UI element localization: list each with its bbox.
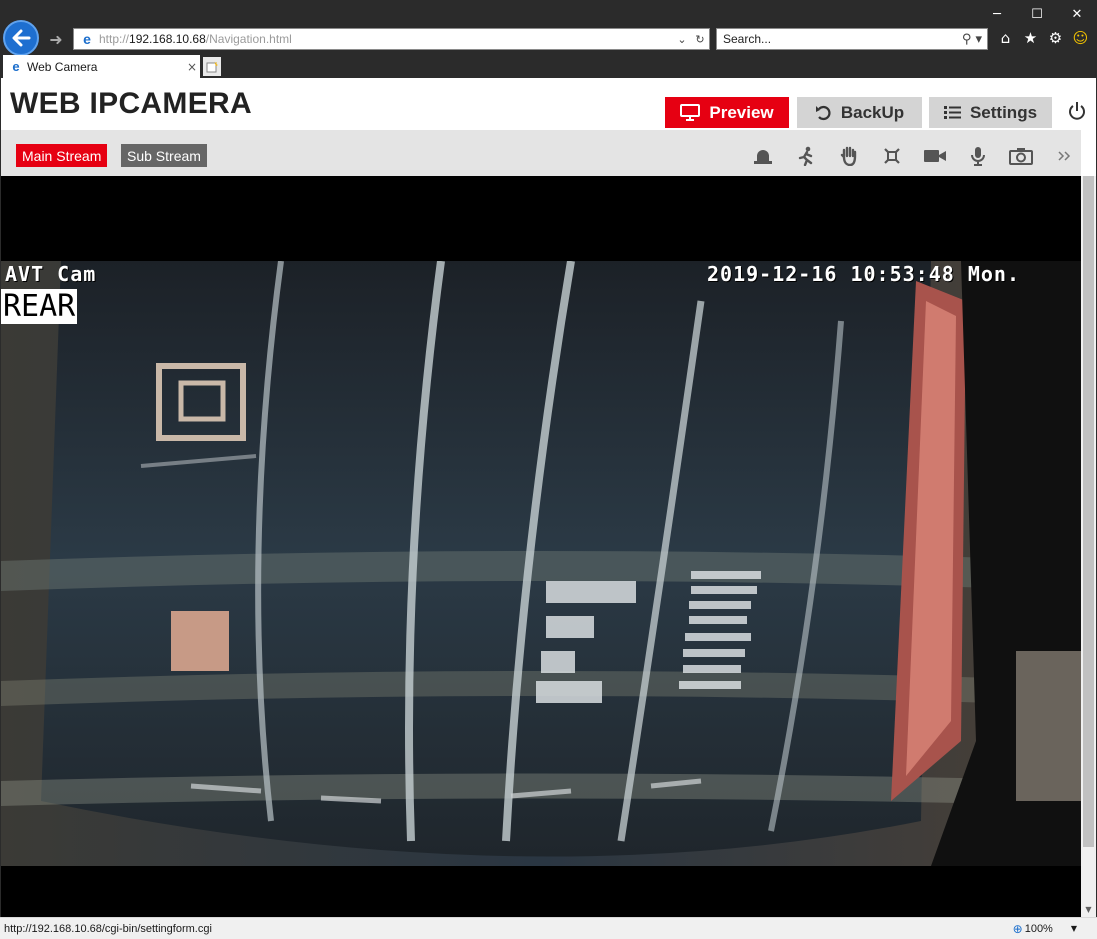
nav-backup-label: BackUp	[840, 102, 905, 122]
stream-toolbar: Main Stream Sub Stream	[1, 130, 1081, 176]
minimize-icon[interactable]: ─	[977, 0, 1017, 28]
microphone-icon[interactable]	[956, 144, 999, 168]
browser-toolbar-icons: ⌂ ★ ⚙ ☺	[996, 28, 1090, 48]
new-tab-button[interactable]	[203, 57, 221, 76]
forward-button[interactable]: ➜	[44, 27, 68, 51]
zoom-level: 100%	[1024, 922, 1053, 935]
zoom-icon: ⊕	[1012, 921, 1023, 936]
nav-preview-button[interactable]: Preview	[665, 97, 789, 128]
osd-timestamp: 2019-12-16 10:53:48 Mon.	[707, 262, 1020, 286]
vertical-scrollbar[interactable]: ▲ ▼	[1081, 176, 1096, 917]
camera-feed-image	[1, 261, 1081, 866]
hand-icon[interactable]	[827, 144, 870, 168]
tamper-icon[interactable]	[870, 144, 913, 168]
undo-icon	[815, 105, 831, 121]
ie-page-icon: e	[83, 31, 91, 47]
motion-detect-icon[interactable]	[784, 144, 827, 168]
nav-settings-label: Settings	[969, 102, 1038, 122]
power-icon	[1069, 102, 1085, 120]
record-icon[interactable]	[913, 144, 956, 168]
page: WEB IPCAMERA Preview BackUp Settings Mai…	[1, 78, 1096, 917]
back-arrow-icon	[12, 29, 31, 47]
new-tab-icon	[206, 60, 218, 72]
address-url[interactable]: http://192.168.10.68/Navigation.html	[99, 32, 673, 46]
address-dropdown-icon[interactable]: ⌄	[673, 33, 691, 46]
nav-preview-label: Preview	[709, 102, 774, 122]
window-controls: ─ ☐ ✕	[977, 0, 1097, 28]
feedback-smiley-icon[interactable]: ☺	[1071, 28, 1090, 48]
maximize-icon[interactable]: ☐	[1017, 0, 1057, 28]
nav-backup-button[interactable]: BackUp	[797, 97, 922, 128]
video-viewport[interactable]: AVT Cam 2019-12-16 10:53:48 Mon. REAR	[1, 176, 1081, 917]
alarm-icon[interactable]	[741, 144, 784, 168]
more-icon[interactable]	[1042, 144, 1085, 168]
monitor-icon	[680, 104, 701, 121]
url-path: /Navigation.html	[205, 32, 292, 46]
ie-tab-icon: e	[12, 59, 20, 74]
browser-tab[interactable]: e Web Camera ×	[3, 55, 200, 78]
nav-settings-button[interactable]: Settings	[929, 97, 1052, 128]
zoom-dropdown-icon[interactable]: ▼	[1071, 924, 1077, 933]
refresh-icon[interactable]: ↻	[691, 33, 709, 46]
scroll-down-icon[interactable]: ▼	[1081, 902, 1096, 917]
app-header: WEB IPCAMERA Preview BackUp Settings	[1, 78, 1096, 130]
page-title: WEB IPCAMERA	[10, 87, 252, 120]
close-window-icon[interactable]: ✕	[1057, 0, 1097, 28]
osd-camera-name: AVT Cam	[5, 262, 97, 286]
search-input[interactable]	[723, 32, 957, 46]
zoom-control[interactable]: ⊕ 100% ▼	[1013, 922, 1077, 936]
tool-icons	[741, 144, 1085, 168]
gear-icon[interactable]: ⚙	[1046, 28, 1065, 48]
snapshot-icon[interactable]	[999, 144, 1042, 168]
power-button[interactable]	[1065, 99, 1089, 123]
close-tab-icon[interactable]: ×	[184, 60, 200, 74]
favorites-star-icon[interactable]: ★	[1021, 28, 1040, 48]
search-box[interactable]: ⚲ ▾	[716, 28, 988, 50]
status-bar: http://192.168.10.68/cgi-bin/settingform…	[0, 917, 1097, 939]
osd-camera-label: REAR	[1, 289, 78, 324]
url-prefix: http://	[99, 32, 130, 46]
tab-title: Web Camera	[27, 59, 98, 74]
status-url: http://192.168.10.68/cgi-bin/settingform…	[4, 922, 212, 935]
scroll-thumb[interactable]	[1083, 176, 1094, 847]
search-icon[interactable]: ⚲ ▾	[957, 32, 987, 47]
address-bar[interactable]: e http://192.168.10.68/Navigation.html ⌄…	[73, 28, 710, 50]
sub-stream-button[interactable]: Sub Stream	[121, 144, 207, 167]
main-stream-button[interactable]: Main Stream	[16, 144, 108, 167]
url-host: 192.168.10.68	[129, 32, 206, 46]
browser-chrome: ─ ☐ ✕ ➜ e http://192.168.10.68/Navigatio…	[0, 0, 1097, 78]
list-icon	[943, 106, 961, 119]
back-button[interactable]	[3, 20, 39, 56]
home-icon[interactable]: ⌂	[996, 28, 1015, 48]
